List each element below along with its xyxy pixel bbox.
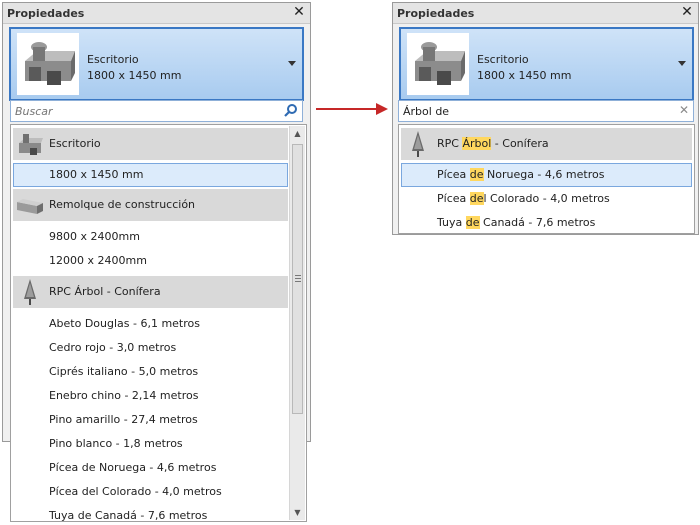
list-item-selected[interactable]: Pícea de Noruega - 4,6 metros	[401, 163, 692, 187]
list-item[interactable]: Tuya de Canadá - 7,6 metros	[13, 504, 288, 522]
item-label: Tuya de Canadá - 7,6 metros	[437, 216, 595, 229]
label-part: Pícea	[437, 168, 470, 181]
list-item[interactable]: Ciprés italiano - 5,0 metros	[13, 360, 288, 384]
panel-title: Propiedades	[397, 7, 475, 20]
arrow-right-icon	[376, 103, 388, 115]
type-name: Escritorio	[87, 53, 139, 66]
group-label: RPC Árbol - Conífera	[437, 137, 549, 150]
panel-title: Propiedades	[7, 7, 85, 20]
item-label: Pino amarillo - 27,4 metros	[49, 413, 198, 426]
desk-thumbnail-icon	[17, 33, 79, 95]
label-part: Tuya	[437, 216, 466, 229]
item-label: Enebro chino - 2,14 metros	[49, 389, 199, 402]
search-match-highlight: de	[469, 192, 484, 205]
desk-icon	[15, 129, 45, 159]
label-part: Canadá - 7,6 metros	[479, 216, 596, 229]
list-item[interactable]: 9800 x 2400mm	[13, 225, 288, 249]
group-row-escritorio[interactable]: Escritorio	[13, 128, 288, 160]
scrollbar-thumb[interactable]	[292, 144, 303, 414]
trailer-icon	[15, 190, 45, 220]
group-label: Escritorio	[49, 137, 101, 150]
item-label: 1800 x 1450 mm	[49, 168, 144, 181]
list-item[interactable]: Pícea de Noruega - 4,6 metros	[13, 456, 288, 480]
item-label: Tuya de Canadá - 7,6 metros	[49, 509, 208, 522]
type-list-right: RPC Árbol - Conífera Pícea de Noruega - …	[398, 124, 695, 234]
item-label: Cedro rojo - 3,0 metros	[49, 341, 177, 354]
item-label: Pícea de Noruega - 4,6 metros	[437, 168, 604, 181]
search-box-right[interactable]: ✕	[398, 100, 694, 122]
list-item[interactable]: Tuya de Canadá - 7,6 metros	[401, 211, 692, 233]
search-match-highlight: Árbol	[462, 137, 492, 150]
arrow-line	[316, 108, 378, 110]
list-item[interactable]: Pícea del Colorado - 4,0 metros	[401, 187, 692, 211]
item-label: Abeto Douglas - 6,1 metros	[49, 317, 200, 330]
list-item[interactable]: 12000 x 2400mm	[13, 249, 288, 273]
list-item[interactable]: Pícea del Colorado - 4,0 metros	[13, 480, 288, 504]
type-size: 1800 x 1450 mm	[87, 69, 182, 82]
clear-search-icon[interactable]: ✕	[679, 103, 689, 117]
list-item[interactable]: Abeto Douglas - 6,1 metros	[13, 312, 288, 336]
dropdown-caret-icon[interactable]	[678, 61, 686, 66]
type-selector[interactable]: Escritorio 1800 x 1450 mm	[9, 27, 304, 101]
close-icon[interactable]: ✕	[292, 4, 306, 20]
group-label: Remolque de construcción	[49, 198, 196, 211]
item-label: Pícea del Colorado - 4,0 metros	[49, 485, 222, 498]
group-row-rpc-arbol[interactable]: RPC Árbol - Conífera	[13, 276, 288, 308]
dropdown-caret-icon[interactable]	[288, 61, 296, 66]
list-item[interactable]: Cedro rojo - 3,0 metros	[13, 336, 288, 360]
type-list-left: Escritorio 1800 x 1450 mm Remolque de co…	[10, 124, 307, 522]
item-label: Pino blanco - 1,8 metros	[49, 437, 183, 450]
vertical-scrollbar[interactable]: ▲ ▼	[289, 126, 305, 520]
label-part: l Colorado - 4,0 metros	[483, 192, 610, 205]
type-size: 1800 x 1450 mm	[477, 69, 572, 82]
list-item-selected[interactable]: 1800 x 1450 mm	[13, 163, 288, 187]
item-label: 9800 x 2400mm	[49, 230, 140, 243]
group-label: RPC Árbol - Conífera	[49, 285, 161, 298]
panel-titlebar: Propiedades ✕	[393, 3, 698, 24]
label-part: Pícea	[437, 192, 470, 205]
item-label: Ciprés italiano - 5,0 metros	[49, 365, 199, 378]
search-icon[interactable]	[283, 103, 299, 119]
close-icon[interactable]: ✕	[680, 4, 694, 20]
type-name: Escritorio	[477, 53, 529, 66]
item-label: Pícea de Noruega - 4,6 metros	[49, 461, 217, 474]
list-item[interactable]: Pino amarillo - 27,4 metros	[13, 408, 288, 432]
conifer-tree-icon	[15, 277, 45, 307]
group-row-remolque[interactable]: Remolque de construcción	[13, 189, 288, 221]
search-input[interactable]	[15, 104, 280, 119]
type-selector[interactable]: Escritorio 1800 x 1450 mm	[399, 27, 694, 101]
search-input[interactable]	[403, 104, 671, 119]
scroll-down-icon[interactable]: ▼	[290, 505, 305, 520]
label-part: - Conífera	[491, 137, 549, 150]
panel-titlebar: Propiedades ✕	[3, 3, 310, 24]
search-box-left[interactable]	[10, 100, 303, 122]
label-part: Noruega - 4,6 metros	[483, 168, 605, 181]
list-item[interactable]: Pino blanco - 1,8 metros	[13, 432, 288, 456]
search-match-highlight: de	[465, 216, 480, 229]
item-label: Pícea del Colorado - 4,0 metros	[437, 192, 610, 205]
conifer-tree-icon	[403, 129, 433, 159]
desk-thumbnail-icon	[407, 33, 469, 95]
search-match-highlight: de	[469, 168, 484, 181]
group-row-rpc-arbol[interactable]: RPC Árbol - Conífera	[401, 128, 692, 160]
scroll-up-icon[interactable]: ▲	[290, 126, 305, 141]
list-item[interactable]: Enebro chino - 2,14 metros	[13, 384, 288, 408]
item-label: 12000 x 2400mm	[49, 254, 147, 267]
label-part: RPC	[437, 137, 463, 150]
